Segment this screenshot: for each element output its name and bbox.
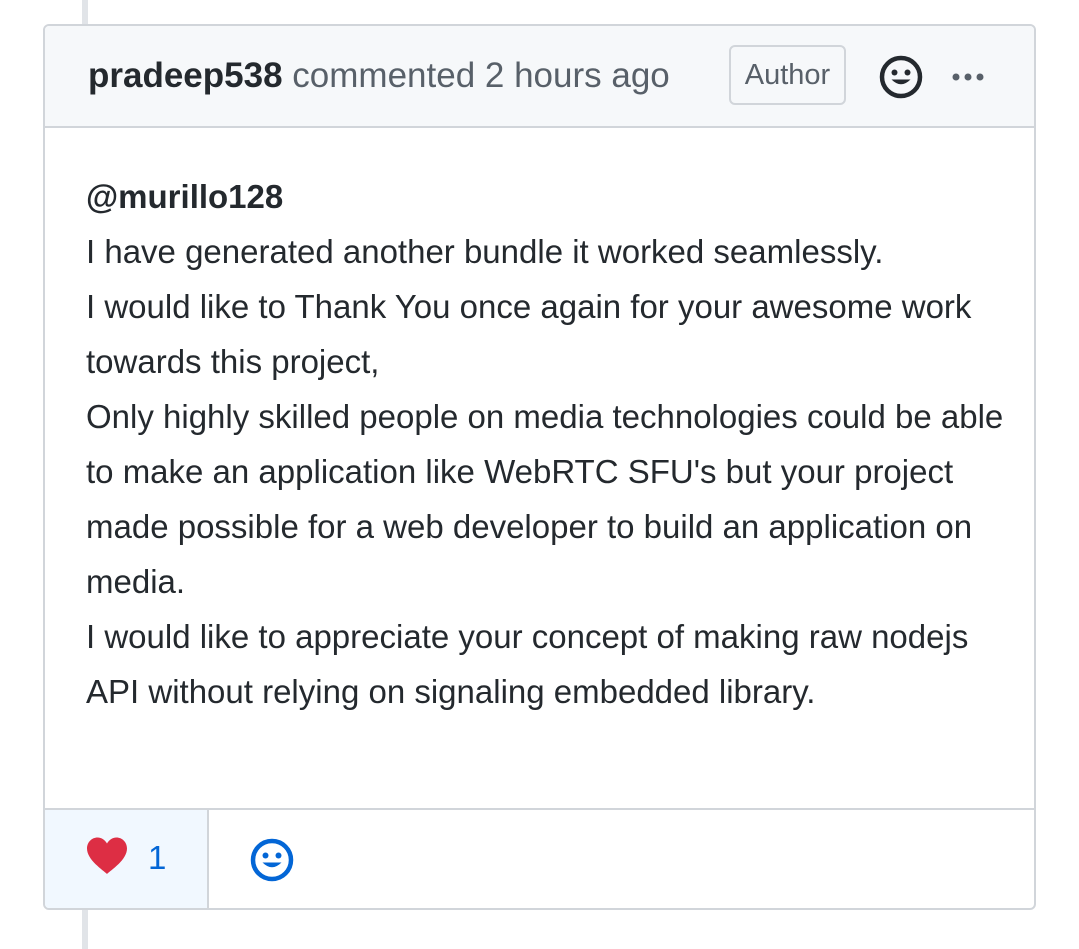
user-mention-link[interactable]: @murillo128 (86, 178, 283, 215)
comment-mention-line: @murillo128 (86, 169, 1006, 224)
smiley-icon[interactable] (878, 54, 924, 100)
kebab-horizontal-icon[interactable] (945, 54, 991, 100)
author-link[interactable]: pradeep538 (88, 56, 283, 95)
comment-line: I have generated another bundle it worke… (86, 233, 884, 270)
reaction-count: 1 (148, 839, 167, 876)
comment-header: pradeep538 commented 2 hours ago Author (45, 26, 1034, 128)
comment-timestamp[interactable]: 2 hours ago (485, 56, 670, 95)
comment-header-text: pradeep538 commented 2 hours ago (88, 55, 670, 97)
reactions-bar: 1 (45, 808, 1034, 908)
heart-icon (85, 836, 129, 876)
comment-body: @murillo128 I have generated another bun… (86, 169, 1006, 719)
smiley-icon[interactable] (249, 837, 295, 883)
comment-line: I would like to appreciate your concept … (86, 618, 969, 710)
author-badge: Author (729, 45, 846, 105)
comment-action: commented (292, 56, 476, 95)
comment-line: I would like to Thank You once again for… (86, 288, 972, 380)
comment-line: Only highly skilled people on media tech… (86, 398, 1004, 600)
comment-box: pradeep538 commented 2 hours ago Author … (43, 24, 1036, 910)
reaction-heart-button[interactable]: 1 (45, 810, 209, 908)
